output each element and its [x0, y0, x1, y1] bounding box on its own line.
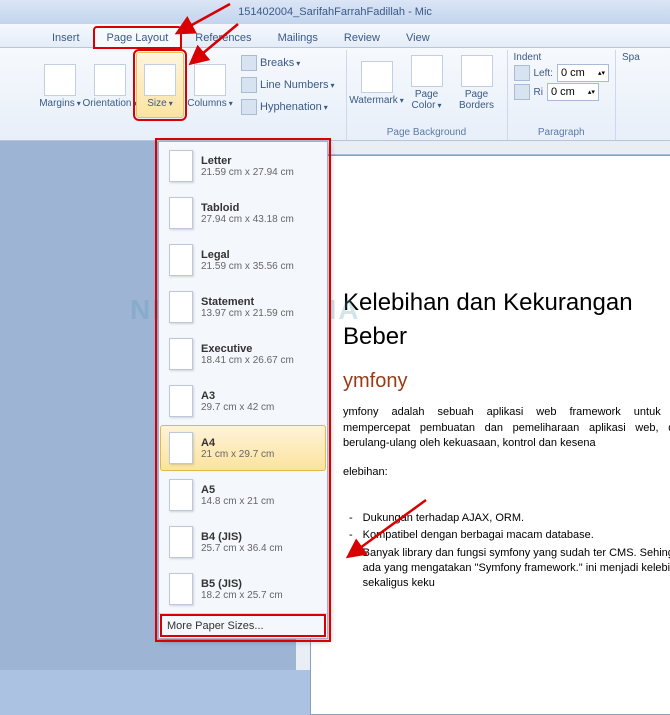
page-thumb-icon — [169, 338, 193, 370]
size-option-tabloid[interactable]: Tabloid27.94 cm x 43.18 cm — [160, 190, 326, 236]
group-page-background: Watermark Page Color Page Borders Page B… — [347, 50, 508, 140]
list-item: Banyak library dan fungsi symfony yang s… — [343, 546, 670, 592]
page-thumb-icon — [169, 479, 193, 511]
heading-1: Kelebihan dan Kekurangan Beber — [343, 286, 670, 353]
page-borders-button[interactable]: Page Borders — [453, 52, 501, 112]
size-option-legal[interactable]: Legal21.59 cm x 35.56 cm — [160, 237, 326, 283]
title-bar: 151402004_SarifahFarrahFadillah - Mic — [0, 0, 670, 24]
tab-review[interactable]: Review — [332, 28, 392, 47]
page-thumb-icon — [169, 244, 193, 276]
columns-icon — [194, 64, 226, 96]
page-color-button[interactable]: Page Color — [403, 52, 451, 112]
watermark-icon — [361, 61, 393, 93]
group-spacing: Spa — [616, 50, 646, 140]
size-option-a4[interactable]: A421 cm x 29.7 cm — [160, 425, 326, 471]
size-option-a5[interactable]: A514.8 cm x 21 cm — [160, 472, 326, 518]
line-numbers-icon — [241, 77, 257, 93]
page[interactable]: Kelebihan dan Kekurangan Beber ymfony ym… — [310, 155, 670, 715]
size-option-b4jis[interactable]: B4 (JIS)25.7 cm x 36.4 cm — [160, 519, 326, 565]
page-thumb-icon — [169, 526, 193, 558]
orientation-button[interactable]: Orientation — [86, 52, 134, 118]
indent-label: Indent — [514, 52, 609, 63]
size-option-letter[interactable]: Letter21.59 cm x 27.94 cm — [160, 143, 326, 189]
ruler-horizontal[interactable] — [310, 141, 670, 155]
watermark-button[interactable]: Watermark — [353, 52, 401, 112]
size-option-b5jis[interactable]: B5 (JIS)18.2 cm x 25.7 cm — [160, 566, 326, 612]
page-thumb-icon — [169, 432, 193, 464]
document-area: Kelebihan dan Kekurangan Beber ymfony ym… — [0, 141, 670, 670]
size-icon — [144, 64, 176, 96]
indent-right-input[interactable]: 0 cm▴▾ — [547, 83, 599, 101]
size-option-statement[interactable]: Statement13.97 cm x 21.59 cm — [160, 284, 326, 330]
page-thumb-icon — [169, 150, 193, 182]
group-paragraph: Indent Left:0 cm▴▾ Ri0 cm▴▾ Paragraph — [508, 50, 616, 140]
hyphenation-button[interactable]: Hyphenation — [236, 96, 340, 118]
tab-insert[interactable]: Insert — [40, 28, 92, 47]
orientation-icon — [94, 64, 126, 96]
size-option-a3[interactable]: A329.7 cm x 42 cm — [160, 378, 326, 424]
bullet-list: Dukungan terhadap AJAX, ORM. Kompatibel … — [343, 511, 670, 592]
margins-icon — [44, 64, 76, 96]
list-item: Kompatibel dengan berbagai macam databas… — [343, 528, 670, 543]
page-thumb-icon — [169, 385, 193, 417]
page-thumb-icon — [169, 291, 193, 323]
indent-left-input[interactable]: 0 cm▴▾ — [557, 64, 609, 82]
paragraph-2: elebihan: — [343, 465, 670, 480]
tab-page-layout[interactable]: Page Layout — [94, 27, 182, 48]
page-color-icon — [411, 55, 443, 87]
tab-references[interactable]: References — [183, 28, 263, 47]
heading-2: ymfony — [343, 367, 670, 395]
tab-mailings[interactable]: Mailings — [266, 28, 330, 47]
size-dropdown-menu: Letter21.59 cm x 27.94 cmTabloid27.94 cm… — [158, 141, 328, 639]
tab-view[interactable]: View — [394, 28, 442, 47]
paragraph-1: ymfony adalah sebuah aplikasi web framew… — [343, 405, 670, 451]
page-borders-icon — [461, 55, 493, 87]
page-thumb-icon — [169, 573, 193, 605]
doc-title: 151402004_SarifahFarrahFadillah - Mic — [238, 6, 432, 18]
line-numbers-button[interactable]: Line Numbers — [236, 74, 340, 96]
indent-left-icon — [514, 65, 530, 81]
group-page-setup: Margins Orientation Size Columns Breaks … — [30, 50, 347, 140]
hyphenation-icon — [241, 99, 257, 115]
ribbon: Margins Orientation Size Columns Breaks … — [0, 48, 670, 141]
ribbon-tabs: Insert Page Layout References Mailings R… — [0, 24, 670, 48]
breaks-icon — [241, 55, 257, 71]
page-thumb-icon — [169, 197, 193, 229]
size-button[interactable]: Size — [136, 52, 184, 118]
breaks-button[interactable]: Breaks — [236, 52, 340, 74]
margins-button[interactable]: Margins — [36, 52, 84, 118]
columns-button[interactable]: Columns — [186, 52, 234, 118]
size-option-executive[interactable]: Executive18.41 cm x 26.67 cm — [160, 331, 326, 377]
indent-right-icon — [514, 84, 530, 100]
more-paper-sizes[interactable]: More Paper Sizes... — [159, 613, 327, 638]
list-item: Dukungan terhadap AJAX, ORM. — [343, 511, 670, 526]
